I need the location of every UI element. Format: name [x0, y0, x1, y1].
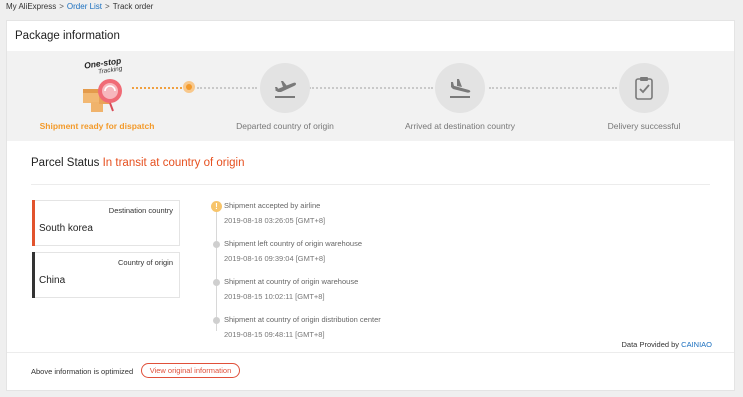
breadcrumb-home[interactable]: My AliExpress [6, 2, 56, 11]
data-provider-prefix: Data Provided by [621, 340, 680, 349]
breadcrumb: My AliExpress > Order List > Track order [6, 2, 153, 11]
parcel-status: Parcel Status In transit at country of o… [31, 157, 245, 169]
timeline-event: Shipment left country of origin warehous… [224, 239, 362, 248]
package-information-panel: Package information One-stop Tracking Sh… [6, 20, 735, 391]
origin-accent-bar [32, 252, 35, 298]
timeline-dot [213, 317, 220, 324]
plane-takeoff-icon [275, 81, 296, 98]
destination-name: South korea [39, 223, 93, 234]
timeline-dot [213, 241, 220, 248]
step-shipment-ready: One-stop Tracking Shipment ready for dis… [22, 51, 172, 141]
panel-title: Package information [15, 30, 120, 42]
timeline-item: Shipment accepted by airline 2019-08-18 … [224, 201, 325, 225]
step-icon-circle [619, 63, 669, 113]
destination-caption: Destination country [108, 206, 173, 215]
destination-country-card: Destination country South korea [32, 200, 180, 246]
step-departed-origin: Departed country of origin [210, 51, 360, 141]
timeline-dot [213, 279, 220, 286]
cainiao-link[interactable]: CAINIAO [681, 340, 712, 349]
step-delivery-successful: Delivery successful [569, 51, 719, 141]
breadcrumb-current: Track order [112, 2, 154, 11]
breadcrumb-separator: > [105, 2, 110, 11]
plane-landing-icon [450, 79, 471, 98]
timeline-time: 2019-08-16 09:39:04 [GMT+8] [224, 254, 326, 263]
timeline-time: 2019-08-15 09:48:11 [GMT+8] [224, 330, 325, 339]
clipboard-check-icon [635, 77, 653, 100]
origin-name: China [39, 275, 66, 286]
timeline-time: 2019-08-18 03:26:05 [GMT+8] [224, 216, 326, 225]
view-original-information-button[interactable]: View original information [141, 363, 240, 378]
timeline-item: Shipment at country of origin warehouse … [224, 277, 358, 301]
origin-caption: Country of origin [117, 258, 173, 267]
timeline-item: Shipment at country of origin distributi… [224, 315, 381, 339]
origin-country-card: Country of origin China [32, 252, 180, 298]
parcel-status-value: In transit at country of origin [102, 157, 245, 169]
data-provider: Data Provided by CAINIAO [622, 340, 712, 349]
breadcrumb-separator: > [59, 2, 64, 11]
parcel-status-label: Parcel Status [31, 157, 100, 169]
timeline-time: 2019-08-15 10:02:11 [GMT+8] [224, 292, 325, 301]
optimized-info-text: Above information is optimized [31, 367, 134, 376]
step-icon-circle [260, 63, 310, 113]
footer-divider [7, 352, 734, 353]
status-divider [31, 184, 710, 185]
step-label: Delivery successful [607, 121, 681, 131]
step-icon-circle [435, 63, 485, 113]
step-arrived-destination: Arrived at destination country [385, 51, 535, 141]
tracking-progress: One-stop Tracking Shipment ready for dis… [7, 51, 734, 141]
current-progress-dot [183, 81, 195, 93]
destination-accent-bar [32, 200, 35, 246]
step-label: Shipment ready for dispatch [39, 121, 155, 131]
timeline-event: Shipment accepted by airline [224, 201, 321, 210]
timeline-item: Shipment left country of origin warehous… [224, 239, 362, 263]
step-label: Departed country of origin [236, 121, 334, 131]
timeline-current-marker-icon: ! [211, 201, 222, 212]
timeline-event: Shipment at country of origin distributi… [224, 315, 381, 324]
timeline-event: Shipment at country of origin warehouse [224, 277, 359, 286]
breadcrumb-order-list-link[interactable]: Order List [67, 2, 102, 11]
step-label: Arrived at destination country [404, 121, 516, 131]
timeline-line [216, 207, 217, 331]
